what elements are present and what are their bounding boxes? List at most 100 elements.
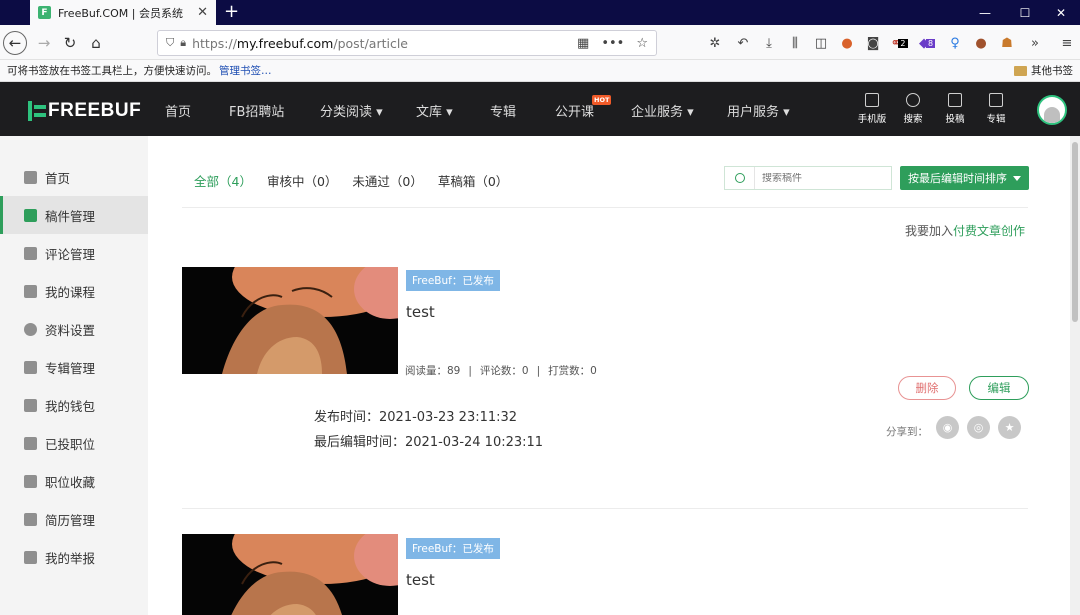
sidebar-item-applied-jobs[interactable]: 已投职位 — [0, 424, 148, 462]
nav-user-services[interactable]: 用户服务 ▾ — [727, 101, 790, 120]
qr-code-icon[interactable]: ▦ — [577, 36, 589, 51]
caret-down-icon — [1013, 175, 1021, 181]
bookmark-star-icon[interactable]: ☆ — [636, 36, 648, 51]
article-title[interactable]: test — [406, 571, 435, 589]
wechat-share-icon[interactable]: ◎ — [967, 416, 990, 439]
comment-icon — [24, 246, 37, 260]
book-icon — [24, 284, 37, 298]
extension-nodes-icon[interactable]: ⚭ 2 — [890, 34, 908, 52]
search-icon — [906, 93, 920, 107]
albums-button[interactable]: 专辑 — [976, 93, 1016, 125]
nav-categories[interactable]: 分类阅读 ▾ — [320, 101, 383, 120]
overflow-chevron-icon[interactable]: » — [1026, 34, 1044, 52]
sidebar-item-courses[interactable]: 我的课程 — [0, 272, 148, 310]
extension-orange-icon[interactable]: ● — [838, 34, 856, 52]
article-stats: 阅读量：89 | 评论数：0 | 打赏数：0 — [405, 365, 597, 377]
extension-purple-icon[interactable]: ◆ 8 — [918, 34, 936, 52]
tracking-shield-icon[interactable]: ⛉ — [166, 36, 174, 50]
divider — [182, 508, 1028, 509]
mobile-button[interactable]: 手机版 — [852, 93, 892, 125]
forward-arrow-icon[interactable]: → — [32, 31, 56, 55]
new-tab-icon[interactable]: + — [224, 2, 239, 22]
article-times: 发布时间：2021-03-23 23:11:32 最后编辑时间：2021-03-… — [314, 405, 543, 455]
sidebar-item-wallet[interactable]: 我的钱包 — [0, 386, 148, 424]
window-close-icon[interactable]: ✕ — [1042, 0, 1080, 25]
search-button[interactable]: 搜索 — [893, 93, 933, 125]
manage-bookmarks-link[interactable]: 管理书签… — [219, 63, 272, 78]
favorite-star-icon[interactable]: ★ — [998, 416, 1021, 439]
settings-gear-icon[interactable]: ✲ — [706, 34, 724, 52]
sidebar-item-manuscripts[interactable]: 稿件管理 — [0, 196, 148, 234]
nav-open-course[interactable]: 公开课 — [555, 101, 594, 120]
last-edit-time: 最后编辑时间：2021-03-24 10:23:11 — [314, 435, 544, 450]
menu-hamburger-icon[interactable]: ≡ — [1058, 34, 1076, 52]
weibo-share-icon[interactable]: ◉ — [936, 416, 959, 439]
filter-reviewing[interactable]: 审核中（0） — [267, 171, 337, 190]
nav-jobs[interactable]: FB招聘站 — [229, 101, 284, 120]
edit-button[interactable]: 编辑 — [969, 376, 1029, 400]
extension-cookie-icon[interactable]: ● — [972, 34, 990, 52]
submit-button[interactable]: 投稿 — [935, 93, 975, 125]
nav-library[interactable]: 文库 ▾ — [416, 101, 453, 120]
article-thumbnail[interactable] — [182, 267, 398, 374]
search-icon[interactable] — [725, 167, 755, 189]
extension-badge: 2 — [898, 38, 908, 48]
search-input[interactable] — [755, 172, 885, 184]
extension-badge: 8 — [925, 38, 936, 48]
maximize-icon[interactable]: ☐ — [1006, 0, 1044, 25]
sidebar-item-profile[interactable]: 资料设置 — [0, 310, 148, 348]
album-icon — [24, 360, 37, 374]
lock-icon[interactable]: 🔒︎ — [180, 36, 186, 50]
sort-dropdown-button[interactable]: 按最后编辑时间排序 — [900, 166, 1029, 190]
sidebar-toggle-icon[interactable]: ◫ — [812, 34, 830, 52]
sidebar-item-home[interactable]: 首页 — [0, 158, 148, 196]
library-icon[interactable]: ⫼ — [786, 34, 804, 52]
filter-drafts[interactable]: 草稿箱（0） — [438, 171, 508, 190]
nav-albums[interactable]: 专辑 — [490, 101, 516, 120]
reload-icon[interactable]: ↻ — [58, 31, 82, 55]
tab-close-icon[interactable]: ✕ — [197, 5, 208, 20]
delete-button[interactable]: 删除 — [898, 376, 956, 400]
nav-enterprise[interactable]: 企业服务 ▾ — [631, 101, 694, 120]
sidebar-item-comments[interactable]: 评论管理 — [0, 234, 148, 272]
status-filter: 全部（4） 审核中（0） 未通过（0） 草稿箱（0） — [194, 171, 508, 190]
page-actions-icon[interactable]: ••• — [601, 36, 624, 51]
scrollbar-thumb[interactable] — [1072, 142, 1078, 322]
extension-robot-icon[interactable]: ☗ — [998, 34, 1016, 52]
sidebar-item-resume[interactable]: 简历管理 — [0, 500, 148, 538]
browser-navbar: ← → ↻ ⌂ ⛉ 🔒︎ https:// my.freebuf.com /po… — [0, 25, 1080, 60]
avatar[interactable] — [1037, 95, 1067, 125]
main-content: 全部（4） 审核中（0） 未通过（0） 草稿箱（0） 按最后编辑时间排序 我要加… — [148, 136, 1070, 615]
browser-tab[interactable]: F FreeBuf.COM | 会员系统 ✕ — [30, 0, 216, 25]
paid-writing-link[interactable]: 付费文章创作 — [953, 224, 1025, 238]
hot-badge: HOT — [592, 95, 612, 105]
article-thumbnail[interactable] — [182, 534, 398, 615]
filter-all[interactable]: 全部（4） — [194, 171, 252, 190]
home-icon[interactable]: ⌂ — [84, 31, 108, 55]
article-title[interactable]: test — [406, 303, 435, 321]
filter-rejected[interactable]: 未通过（0） — [352, 171, 422, 190]
page-scrollbar[interactable] — [1070, 136, 1080, 615]
wallet-icon — [24, 398, 37, 412]
manuscript-search — [724, 166, 892, 190]
extension-pin-icon[interactable]: ♀ — [946, 34, 964, 52]
nav-home[interactable]: 首页 — [165, 101, 191, 120]
extension-mask-icon[interactable]: ◙ — [864, 34, 882, 52]
download-icon[interactable]: ⤓ — [760, 34, 778, 52]
read-count: 阅读量：89 — [405, 365, 461, 377]
sidebar-item-saved-jobs[interactable]: 职位收藏 — [0, 462, 148, 500]
status-badge: FreeBuf：已发布 — [406, 270, 500, 291]
logo-mark-icon — [28, 101, 46, 121]
other-bookmarks[interactable]: 其他书签 — [1014, 63, 1073, 78]
minimize-icon[interactable]: — — [966, 0, 1004, 25]
freebuf-favicon-icon: F — [38, 6, 51, 19]
back-arrow-icon[interactable]: ← — [3, 31, 27, 55]
sidebar-item-reports[interactable]: 我的举报 — [0, 538, 148, 576]
logo-text: FREEBUF — [48, 100, 142, 121]
freebuf-logo[interactable]: FREEBUF — [28, 100, 141, 122]
other-bookmarks-label: 其他书签 — [1031, 65, 1073, 77]
undo-icon[interactable]: ↶ — [734, 34, 752, 52]
url-bar[interactable]: ⛉ 🔒︎ https:// my.freebuf.com /post/artic… — [157, 30, 657, 56]
sort-label: 按最后编辑时间排序 — [908, 172, 1007, 185]
sidebar-item-albums[interactable]: 专辑管理 — [0, 348, 148, 386]
